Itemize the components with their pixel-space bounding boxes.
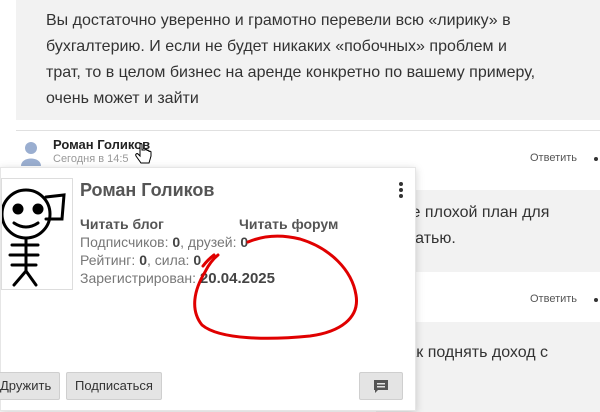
- rating-label: Рейтинг:: [80, 252, 136, 268]
- reply-link[interactable]: Ответить: [530, 293, 577, 305]
- power-label: , сила:: [146, 252, 190, 268]
- subscribers-line: Подписчиков: 0, друзей: 0: [80, 234, 248, 250]
- reply-link[interactable]: Ответить: [530, 152, 577, 164]
- hand-cursor-icon: [134, 143, 154, 167]
- kebab-menu-icon[interactable]: [395, 180, 407, 202]
- power-value: 0: [193, 252, 202, 268]
- profile-popup: Роман Голиков Читать блог Читать форум П…: [0, 167, 416, 411]
- subscribers-label: Подписчиков:: [80, 234, 169, 250]
- divider: [16, 130, 600, 131]
- profile-avatar[interactable]: [0, 178, 73, 290]
- message-button[interactable]: [359, 372, 403, 400]
- subscribe-button[interactable]: Подписаться: [66, 372, 162, 400]
- add-friend-button[interactable]: Дружить: [0, 372, 61, 400]
- previous-comment-text: Вы достаточно уверенно и грамотно переве…: [46, 12, 536, 107]
- read-forum-link[interactable]: Читать форум: [239, 216, 338, 232]
- previous-comment: Вы достаточно уверенно и грамотно переве…: [16, 0, 600, 120]
- friends-count: 0: [240, 234, 249, 250]
- more-dot[interactable]: [594, 157, 598, 161]
- message-icon: [374, 380, 388, 393]
- rating-line: Рейтинг: 0, сила: 0: [80, 252, 201, 268]
- subscribers-count: 0: [172, 234, 181, 250]
- comment-time: Сегодня в 14:5: [53, 153, 129, 165]
- friends-label: , друзей:: [180, 234, 237, 250]
- more-dot[interactable]: [594, 298, 598, 302]
- read-blog-link[interactable]: Читать блог: [80, 216, 164, 232]
- rating-value: 0: [139, 252, 147, 268]
- registered-label: Зарегистрирован:: [80, 270, 197, 286]
- profile-name[interactable]: Роман Голиков: [80, 180, 214, 201]
- registered-date: 20.04.2025: [199, 270, 275, 287]
- user-avatar-icon[interactable]: [20, 140, 42, 166]
- registered-line: Зарегистрирован: 20.04.2025: [80, 270, 275, 287]
